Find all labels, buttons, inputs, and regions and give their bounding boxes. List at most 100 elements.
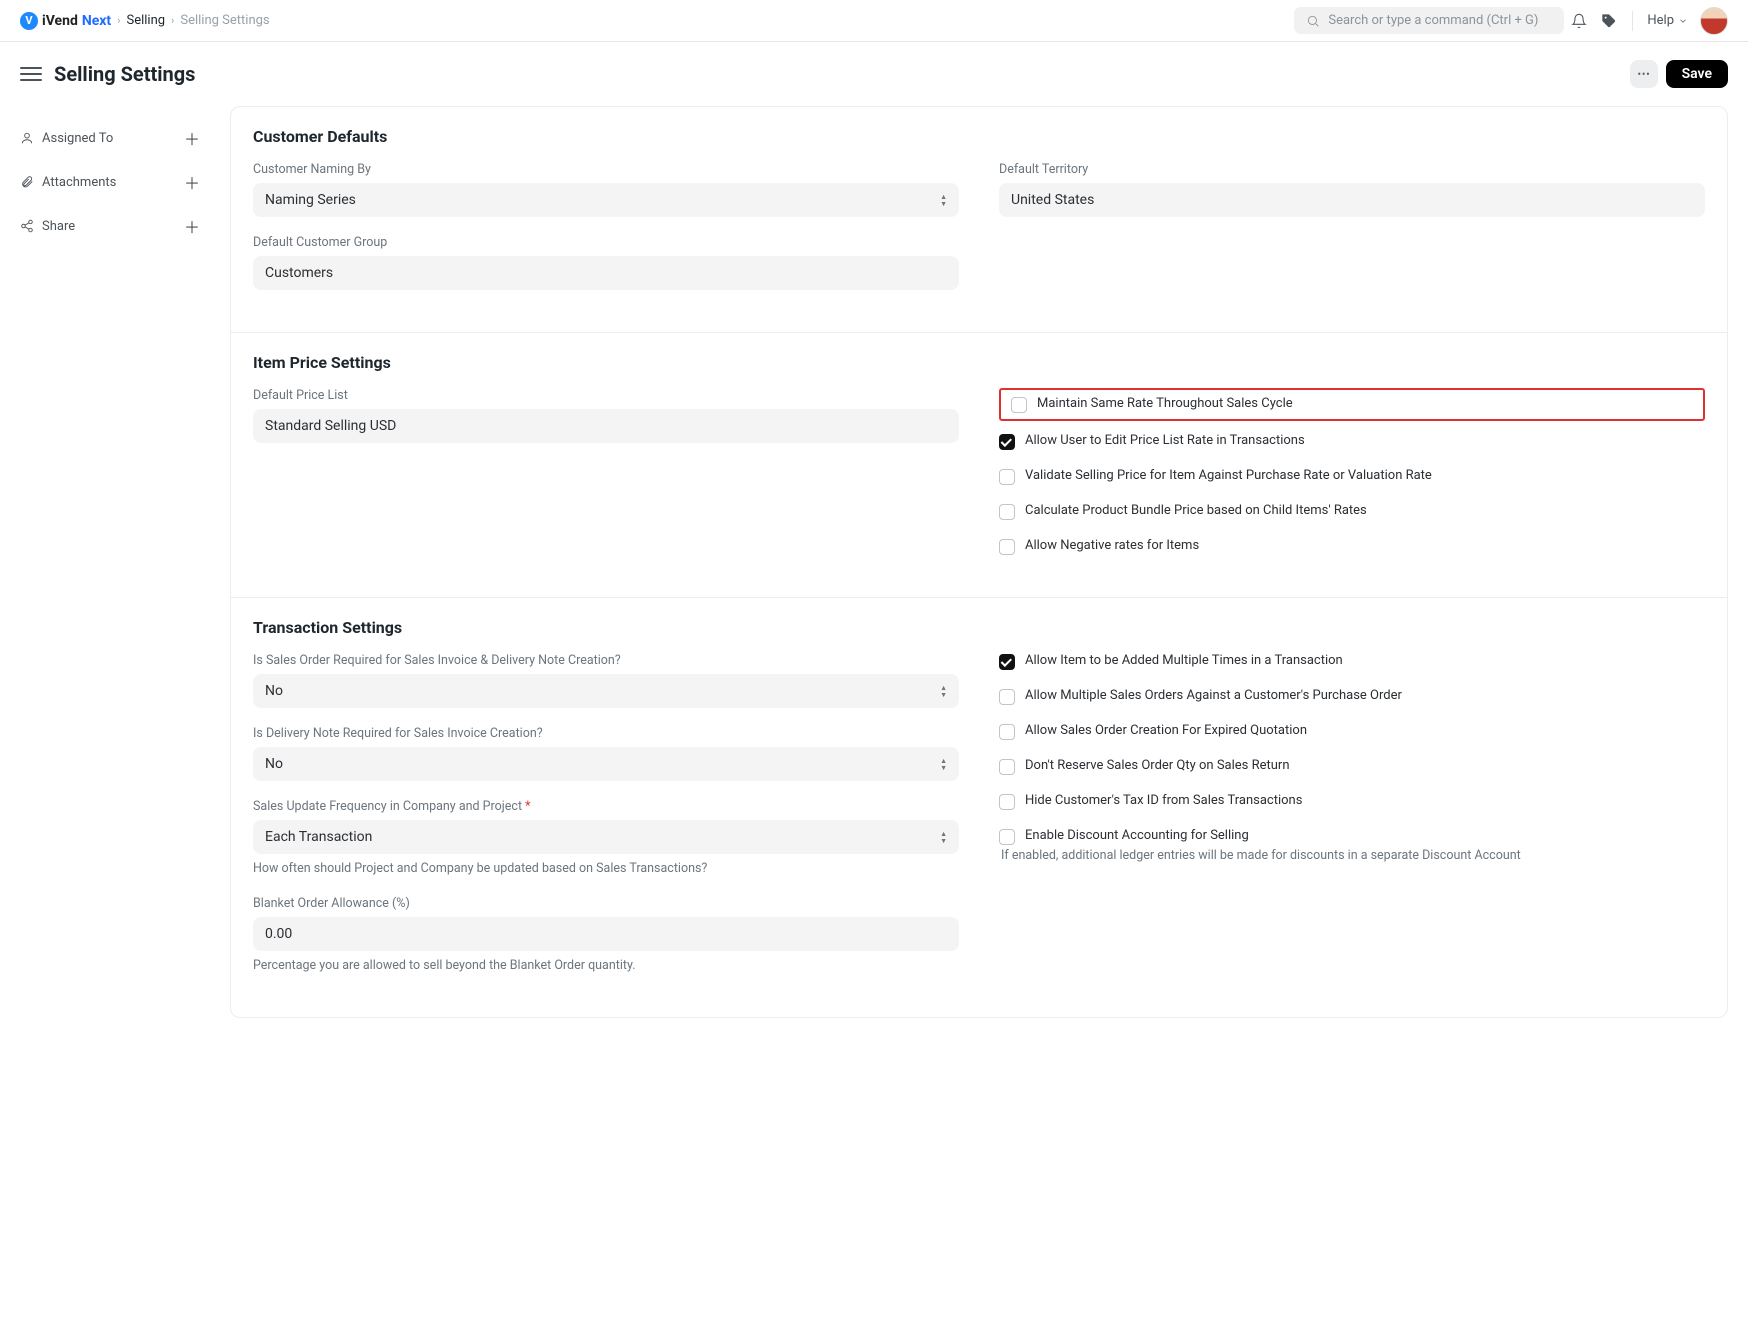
user-avatar[interactable] [1700,7,1728,35]
sidebar-label: Assigned To [42,131,113,146]
checkbox-icon [999,724,1015,740]
brand-text-ivend: iVend [42,13,78,29]
field-label: Blanket Order Allowance (%) [253,896,959,911]
field-help: Percentage you are allowed to sell beyon… [253,957,959,975]
checkbox-label: Maintain Same Rate Throughout Sales Cycl… [1037,396,1293,411]
select-value: Naming Series [265,192,356,208]
link-value: Customers [265,265,333,281]
input-blanket-allowance[interactable]: 0.00 [253,917,959,951]
checkbox-icon [999,469,1015,485]
field-label: Default Customer Group [253,235,959,250]
breadcrumb-sep-icon: › [117,14,120,27]
checkbox-maintain-same-rate[interactable]: Maintain Same Rate Throughout Sales Cycl… [999,388,1705,421]
tags-button[interactable] [1594,13,1624,29]
field-default-price-list: Default Price List Standard Selling USD [253,388,959,443]
section-customer-defaults: Customer Defaults Customer Naming By Nam… [231,107,1727,333]
field-label: Is Delivery Note Required for Sales Invo… [253,726,959,741]
breadcrumb-selling[interactable]: Selling [126,13,165,28]
select-dn-required[interactable]: No ▲▼ [253,747,959,781]
checkbox-allow-multi-add[interactable]: Allow Item to be Added Multiple Times in… [999,653,1705,670]
checkbox-icon [999,539,1015,555]
chevron-down-icon [1678,16,1688,26]
field-customer-naming-by: Customer Naming By Naming Series ▲▼ [253,162,959,217]
field-label: Customer Naming By [253,162,959,177]
field-label: Is Sales Order Required for Sales Invoic… [253,653,959,668]
input-value: 0.00 [265,926,292,942]
link-default-customer-group[interactable]: Customers [253,256,959,290]
sidebar-label: Attachments [42,175,116,190]
breadcrumb-sep-icon: › [171,14,174,27]
field-label: Default Territory [999,162,1705,177]
notifications-button[interactable] [1564,13,1594,29]
checkbox-discount-accounting[interactable]: Enable Discount Accounting for Selling [999,828,1705,845]
search-placeholder: Search or type a command (Ctrl + G) [1328,13,1538,28]
help-menu[interactable]: Help [1641,13,1694,28]
sidebar-attachments[interactable]: Attachments ＋ [20,160,200,204]
share-icon [20,219,34,233]
field-label: Sales Update Frequency in Company and Pr… [253,799,959,814]
checkbox-bundle-price[interactable]: Calculate Product Bundle Price based on … [999,503,1705,520]
form-card: Customer Defaults Customer Naming By Nam… [230,106,1728,1018]
field-default-territory: Default Territory United States [999,162,1705,217]
search-icon [1306,14,1320,28]
checkbox-allow-multi-so[interactable]: Allow Multiple Sales Orders Against a Cu… [999,688,1705,705]
section-heading: Customer Defaults [253,127,1705,146]
checkbox-icon [999,759,1015,775]
page-header: Selling Settings ⋯ Save [0,42,1748,106]
brand-text-next: Next [82,13,111,29]
sidebar-share[interactable]: Share ＋ [20,204,200,248]
checkbox-dont-reserve[interactable]: Don't Reserve Sales Order Qty on Sales R… [999,758,1705,775]
checkbox-label: Enable Discount Accounting for Selling [1025,828,1249,843]
save-button[interactable]: Save [1666,60,1728,88]
plus-icon[interactable]: ＋ [184,214,200,238]
link-default-territory[interactable]: United States [999,183,1705,217]
ellipsis-icon: ⋯ [1637,67,1650,82]
sidebar-assigned-to[interactable]: Assigned To ＋ [20,116,200,160]
checkbox-icon [999,829,1015,845]
sidebar-label: Share [42,219,75,234]
field-label: Default Price List [253,388,959,403]
checkbox-icon [999,794,1015,810]
select-update-frequency[interactable]: Each Transaction ▲▼ [253,820,959,854]
field-help: How often should Project and Company be … [253,860,959,878]
section-item-price: Item Price Settings Default Price List S… [231,333,1727,598]
checkbox-icon [999,689,1015,705]
section-heading: Transaction Settings [253,618,1705,637]
link-value: Standard Selling USD [265,418,396,434]
paperclip-icon [20,175,34,189]
brand-logo[interactable]: V iVendNext [20,12,111,30]
checkbox-label: Allow Sales Order Creation For Expired Q… [1025,723,1307,738]
search-input[interactable]: Search or type a command (Ctrl + G) [1294,7,1564,34]
checkbox-label: Allow Multiple Sales Orders Against a Cu… [1025,688,1402,703]
checkbox-label: Don't Reserve Sales Order Qty on Sales R… [1025,758,1290,773]
field-so-required: Is Sales Order Required for Sales Invoic… [253,653,959,708]
select-caret-icon: ▲▼ [940,758,947,771]
checkbox-icon [999,504,1015,520]
checkbox-label: Allow Item to be Added Multiple Times in… [1025,653,1343,668]
sidebar-toggle[interactable] [20,67,42,81]
checkbox-negative-rates[interactable]: Allow Negative rates for Items [999,538,1705,555]
select-customer-naming-by[interactable]: Naming Series ▲▼ [253,183,959,217]
brand-mark-icon: V [20,12,38,30]
field-default-customer-group: Default Customer Group Customers [253,235,959,290]
select-caret-icon: ▲▼ [940,685,947,698]
checkbox-expired-quotation[interactable]: Allow Sales Order Creation For Expired Q… [999,723,1705,740]
link-default-price-list[interactable]: Standard Selling USD [253,409,959,443]
select-so-required[interactable]: No ▲▼ [253,674,959,708]
plus-icon[interactable]: ＋ [184,170,200,194]
checkbox-allow-edit-price-list[interactable]: Allow User to Edit Price List Rate in Tr… [999,433,1705,450]
checkbox-icon [999,654,1015,670]
checkbox-hide-tax-id[interactable]: Hide Customer's Tax ID from Sales Transa… [999,793,1705,810]
checkbox-label: Allow User to Edit Price List Rate in Tr… [1025,433,1305,448]
plus-icon[interactable]: ＋ [184,126,200,150]
field-dn-required: Is Delivery Note Required for Sales Invo… [253,726,959,781]
bell-icon [1571,13,1587,29]
checkbox-validate-selling-price[interactable]: Validate Selling Price for Item Against … [999,468,1705,485]
section-transaction: Transaction Settings Is Sales Order Requ… [231,598,1727,1017]
select-value: No [265,683,283,699]
checkbox-label: Hide Customer's Tax ID from Sales Transa… [1025,793,1302,808]
checkbox-label: Validate Selling Price for Item Against … [1025,468,1432,483]
page-title: Selling Settings [54,62,195,86]
section-heading: Item Price Settings [253,353,1705,372]
more-actions-button[interactable]: ⋯ [1630,60,1658,88]
